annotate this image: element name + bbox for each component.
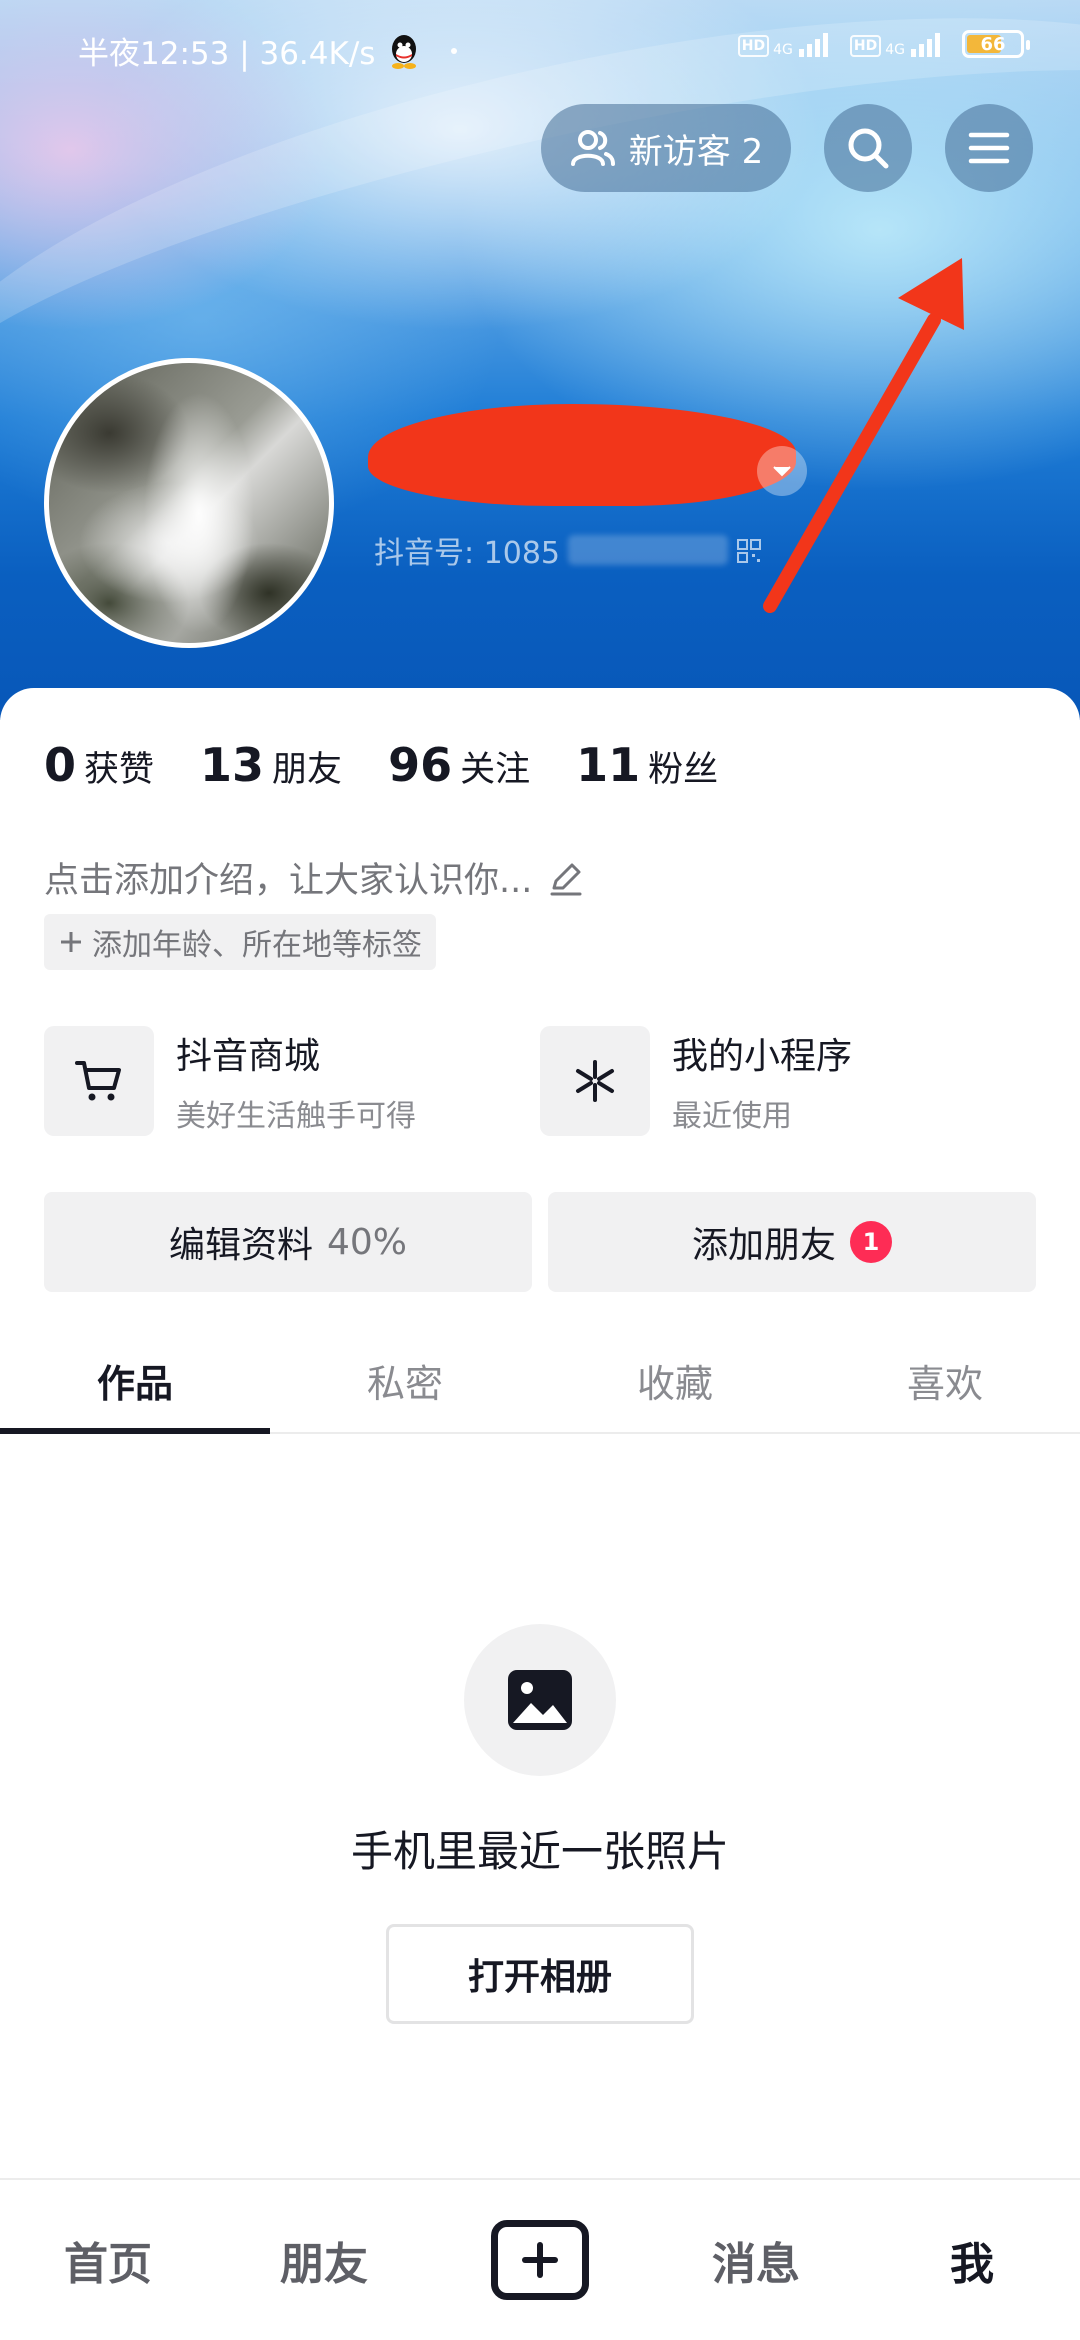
empty-state-icon — [464, 1624, 616, 1776]
plus-icon — [61, 932, 81, 952]
status-time: 半夜12:53 | 36.4K/s — [78, 36, 376, 72]
add-friend-button[interactable]: 添加朋友 1 — [548, 1192, 1036, 1292]
network-type: 4G — [885, 42, 905, 58]
status-dot — [451, 47, 458, 54]
plus-icon — [522, 2242, 558, 2278]
stat-label: 粉丝 — [648, 750, 719, 790]
douyin-mall-entry[interactable]: 抖音商城 美好生活触手可得 — [44, 1026, 416, 1136]
nav-me[interactable]: 我 — [864, 2180, 1080, 2340]
image-icon — [508, 1670, 572, 1730]
open-album-button[interactable]: 打开相册 — [386, 1924, 694, 2024]
stat-friends[interactable]: 13 朋友 — [200, 738, 342, 792]
stat-followers[interactable]: 11 粉丝 — [576, 738, 718, 792]
qq-icon — [387, 32, 421, 70]
service-icon-box — [44, 1026, 154, 1136]
notification-badge: 1 — [850, 1221, 892, 1263]
stat-label: 朋友 — [272, 750, 343, 790]
bottom-nav: 首页 朋友 消息 我 — [0, 2178, 1080, 2340]
add-tags-label: 添加年龄、所在地等标签 — [92, 928, 422, 963]
profile-completion: 40% — [327, 1221, 408, 1263]
new-visitors-button[interactable]: 新访客 2 — [541, 104, 791, 192]
service-text: 抖音商城 美好生活触手可得 — [176, 1027, 416, 1135]
tab-private[interactable]: 私密 — [270, 1328, 540, 1432]
bio-text: 点击添加介绍，让大家认识你... — [44, 861, 533, 901]
service-text: 我的小程序 最近使用 — [672, 1027, 852, 1135]
network-type: 4G — [773, 42, 793, 58]
menu-button[interactable] — [945, 104, 1033, 192]
status-right: HD 4G HD 4G 66 — [737, 30, 1030, 58]
stat-number: 11 — [576, 738, 641, 792]
service-subtitle: 美好生活触手可得 — [176, 1099, 416, 1134]
search-icon — [848, 128, 889, 169]
stat-number: 0 — [44, 738, 77, 792]
active-tab-indicator — [0, 1428, 270, 1434]
nav-home[interactable]: 首页 — [0, 2180, 216, 2340]
menu-icon — [968, 132, 1010, 164]
hd-badge: HD — [849, 35, 882, 57]
add-tags-chip[interactable]: 添加年龄、所在地等标签 — [44, 914, 436, 970]
tab-likes[interactable]: 喜欢 — [810, 1328, 1080, 1432]
empty-state-title: 手机里最近一张照片 — [350, 1827, 729, 1876]
battery-icon: 66 — [962, 30, 1030, 58]
service-subtitle: 最近使用 — [672, 1099, 792, 1134]
service-title: 我的小程序 — [672, 1036, 853, 1077]
stat-label: 获赞 — [84, 750, 155, 790]
signal-sim2: HD 4G — [849, 31, 940, 58]
cart-icon — [75, 1061, 121, 1101]
status-left: 半夜12:53 | 36.4K/s — [78, 28, 458, 73]
service-icon-box — [540, 1026, 650, 1136]
edit-profile-label: 编辑资料 — [168, 1225, 313, 1266]
search-button[interactable] — [824, 104, 912, 192]
profile-content: 0 获赞 13 朋友 96 关注 11 粉丝 点击添加介绍，让大家认识你... — [0, 688, 1080, 2340]
qr-code-icon[interactable] — [736, 537, 762, 563]
nav-create[interactable] — [432, 2180, 648, 2340]
signal-sim1: HD 4G — [737, 31, 828, 58]
add-friend-label: 添加朋友 — [691, 1225, 836, 1266]
service-title: 抖音商城 — [176, 1036, 321, 1077]
douyin-id-label: 抖音号: 1085 — [374, 536, 560, 571]
stat-number: 96 — [388, 738, 453, 792]
users-icon — [570, 130, 615, 166]
status-bar: 半夜12:53 | 36.4K/s HD 4G HD 4G 66 — [0, 0, 1080, 96]
create-button[interactable] — [491, 2220, 589, 2300]
chevron-down-icon — [773, 466, 791, 477]
edit-profile-button[interactable]: 编辑资料 40% — [44, 1192, 532, 1292]
avatar[interactable] — [44, 358, 334, 648]
nav-messages[interactable]: 消息 — [648, 2180, 864, 2340]
profile-page: 半夜12:53 | 36.4K/s HD 4G HD 4G 66 新访客 2 抖… — [0, 0, 1080, 2340]
hd-badge: HD — [737, 35, 770, 57]
new-visitors-label: 新访客 2 — [628, 131, 764, 172]
stat-likes[interactable]: 0 获赞 — [44, 738, 154, 792]
bio-placeholder[interactable]: 点击添加介绍，让大家认识你... — [44, 852, 586, 903]
stat-label: 关注 — [460, 750, 531, 790]
edit-pencil-icon — [550, 863, 582, 895]
douyin-id[interactable]: 抖音号: 1085 — [374, 528, 762, 572]
stat-following[interactable]: 96 关注 — [388, 738, 530, 792]
douyin-id-obscured — [568, 535, 728, 565]
mini-program-icon — [576, 1060, 614, 1102]
signal-icon — [798, 31, 828, 57]
stat-number: 13 — [200, 738, 265, 792]
stats-row: 0 获赞 13 朋友 96 关注 11 粉丝 — [44, 738, 718, 792]
mini-programs-entry[interactable]: 我的小程序 最近使用 — [540, 1026, 852, 1136]
signal-icon — [911, 31, 940, 57]
redacted-username — [368, 404, 796, 506]
battery-level: 66 — [980, 33, 1006, 55]
content-tabs: 作品 私密 收藏 喜欢 — [0, 1328, 1080, 1434]
tab-favorites[interactable]: 收藏 — [540, 1328, 810, 1432]
nav-friends[interactable]: 朋友 — [216, 2180, 432, 2340]
account-switch-button[interactable] — [757, 446, 807, 496]
tab-works[interactable]: 作品 — [0, 1328, 270, 1432]
